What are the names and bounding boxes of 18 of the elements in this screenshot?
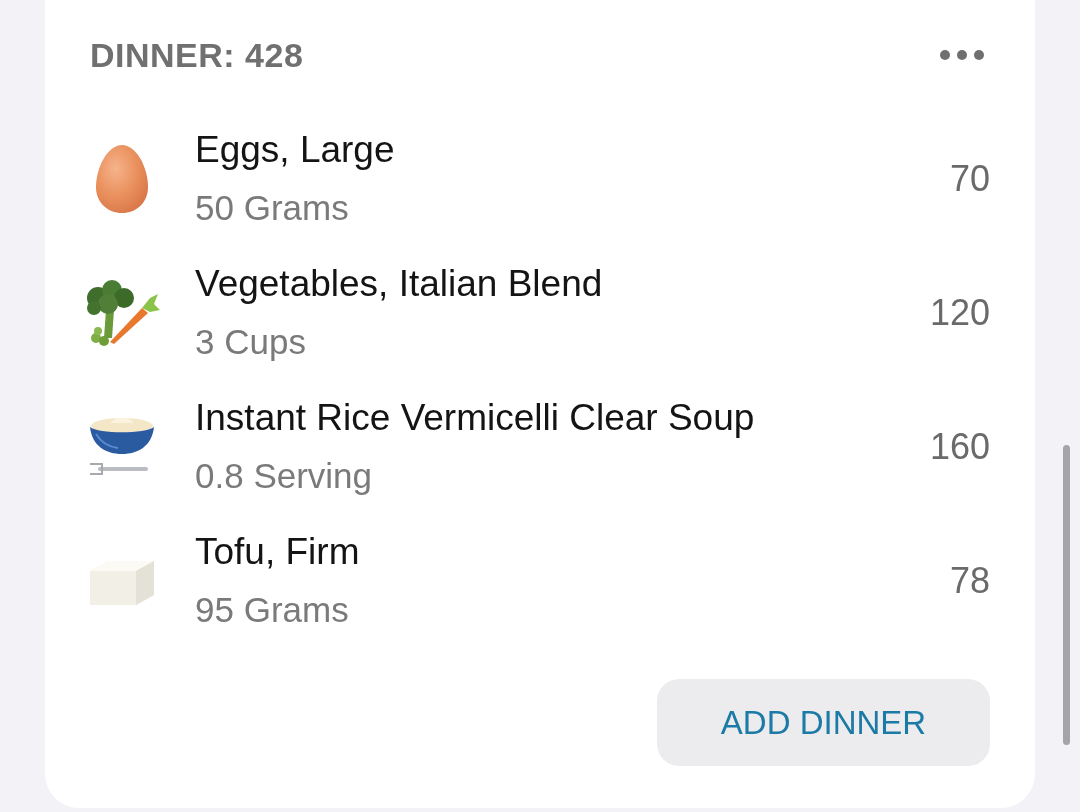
food-amount: 0.8 Serving xyxy=(195,455,374,497)
scrollbar-thumb[interactable] xyxy=(1063,445,1070,745)
calorie-count: 70 xyxy=(949,161,990,197)
broccoli-carrot-icon xyxy=(84,280,160,346)
food-name: Tofu, Firm xyxy=(195,530,361,574)
food-name: Vegetables, Italian Blend xyxy=(195,262,604,306)
calorie-count: 120 xyxy=(929,295,990,331)
egg-icon xyxy=(96,145,148,213)
meal-title: DINNER: 428 xyxy=(90,38,304,72)
more-icon[interactable] xyxy=(940,50,984,60)
food-name: Eggs, Large xyxy=(195,128,396,172)
calorie-count: 78 xyxy=(949,563,990,599)
add-dinner-button[interactable]: ADD DINNER xyxy=(657,679,990,766)
food-amount: 50 Grams xyxy=(195,187,350,229)
food-amount: 3 Cups xyxy=(195,321,307,363)
food-amount: 95 Grams xyxy=(195,589,350,631)
food-name: Instant Rice Vermicelli Clear Soup xyxy=(195,396,756,440)
calorie-count: 160 xyxy=(929,429,990,465)
